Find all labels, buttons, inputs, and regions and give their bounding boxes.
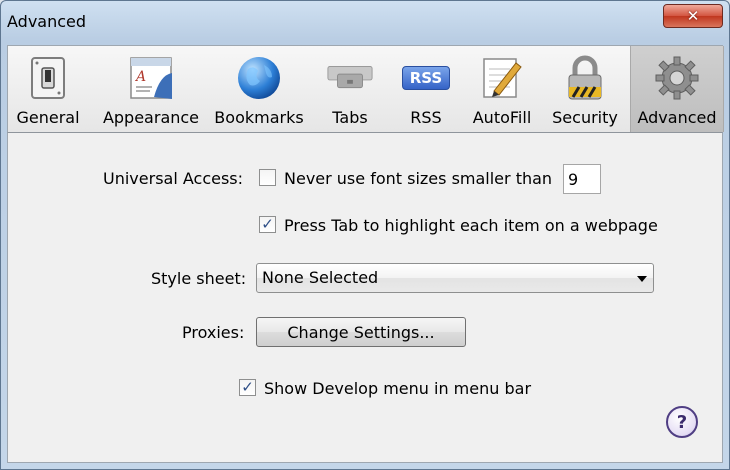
tab-appearance[interactable]: A Appearance — [92, 46, 210, 132]
tabs-icon — [326, 54, 374, 102]
window-title: Advanced — [7, 12, 87, 31]
tab-general[interactable]: General — [8, 46, 88, 132]
style-sheet-value: None Selected — [262, 268, 379, 287]
tab-advanced[interactable]: Advanced — [630, 46, 724, 132]
universal-access-label: Universal Access: — [103, 169, 244, 188]
min-font-checkbox[interactable] — [259, 169, 276, 186]
min-font-label: Never use font sizes smaller than — [284, 169, 553, 188]
title-bar[interactable]: Advanced ✕ — [1, 1, 729, 45]
develop-menu-label: Show Develop menu in menu bar — [264, 379, 532, 398]
tab-general-label: General — [16, 108, 80, 127]
tab-security[interactable]: Security — [544, 46, 626, 132]
gear-icon — [653, 54, 701, 102]
tab-bookmarks[interactable]: Bookmarks — [210, 46, 308, 132]
switch-icon — [24, 54, 72, 102]
tab-highlight-checkbox[interactable] — [259, 216, 276, 233]
tab-tabs[interactable]: Tabs — [312, 46, 388, 132]
close-icon: ✕ — [686, 7, 700, 25]
preferences-toolbar: General A Appearance Bookmarks Tabs RSS … — [7, 45, 724, 133]
help-button[interactable]: ? — [666, 406, 698, 438]
tab-rss[interactable]: RSS RSS — [392, 46, 460, 132]
tab-security-label: Security — [552, 108, 618, 127]
tab-highlight-label: Press Tab to highlight each item on a we… — [284, 216, 658, 235]
tab-advanced-label: Advanced — [637, 108, 717, 127]
svg-text:A: A — [134, 69, 146, 85]
rss-icon: RSS — [402, 54, 450, 102]
preferences-window: Advanced ✕ General A Appearance Bookmark… — [0, 0, 730, 470]
rss-icon-text: RSS — [409, 69, 443, 87]
develop-menu-checkbox[interactable] — [239, 379, 256, 396]
question-mark-icon: ? — [676, 411, 688, 433]
globe-icon — [235, 54, 283, 102]
tab-bookmarks-label: Bookmarks — [214, 108, 304, 127]
tab-rss-label: RSS — [410, 108, 442, 127]
tab-autofill-label: AutoFill — [472, 108, 532, 127]
change-settings-button[interactable]: Change Settings... — [256, 317, 466, 347]
autofill-pencil-icon — [478, 54, 526, 102]
close-button[interactable]: ✕ — [663, 4, 723, 28]
tab-tabs-label: Tabs — [332, 108, 368, 127]
proxies-label: Proxies: — [182, 323, 245, 342]
chevron-down-icon — [637, 276, 647, 282]
advanced-pane: Universal Access: Never use font sizes s… — [7, 133, 723, 463]
min-font-size-input[interactable] — [563, 164, 601, 194]
appearance-icon: A — [127, 54, 175, 102]
tab-autofill[interactable]: AutoFill — [464, 46, 540, 132]
style-sheet-select[interactable]: None Selected — [256, 263, 654, 293]
tab-appearance-label: Appearance — [102, 108, 200, 127]
padlock-icon — [561, 54, 609, 102]
style-sheet-label: Style sheet: — [151, 269, 247, 288]
